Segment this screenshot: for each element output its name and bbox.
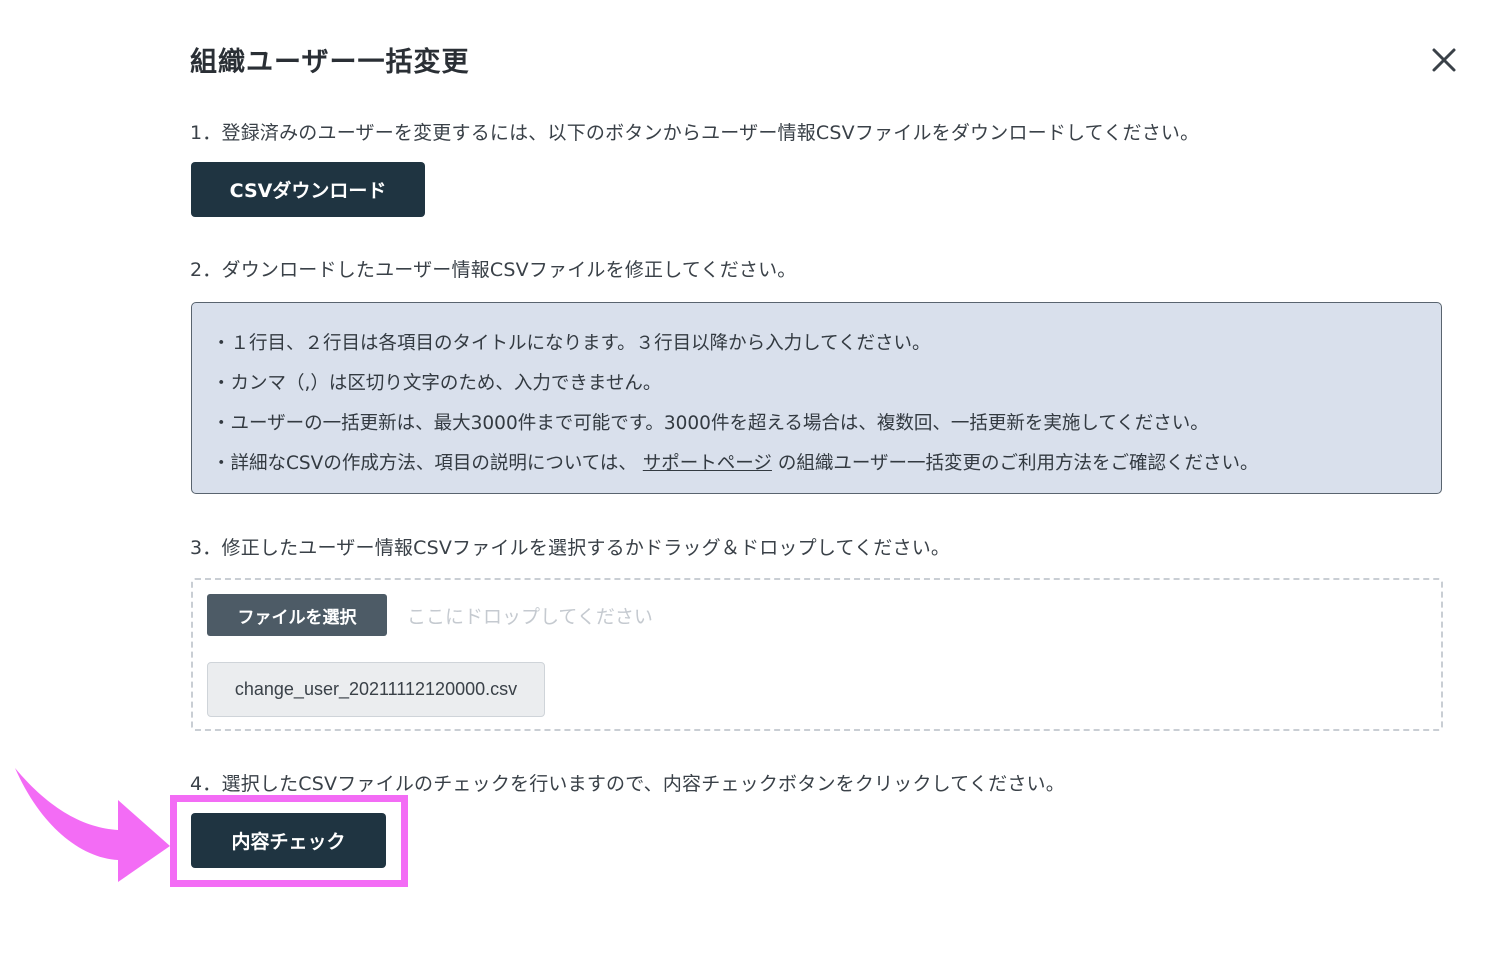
content-check-button[interactable]: 内容チェック xyxy=(191,813,386,868)
modal-title: 組織ユーザー一括変更 xyxy=(190,47,470,78)
dropzone-placeholder: ここにドロップしてください xyxy=(407,606,653,628)
notice-line-1: ・１行目、２行目は各項目のタイトルになります。３行目以降から入力してください。 xyxy=(212,333,931,354)
file-dropzone[interactable]: ファイルを選択 ここにドロップしてください change_user_202111… xyxy=(191,578,1443,731)
close-button[interactable] xyxy=(1424,40,1464,80)
notice-box: ・１行目、２行目は各項目のタイトルになります。３行目以降から入力してください。 … xyxy=(191,302,1442,494)
selected-file-chip: change_user_20211112120000.csv xyxy=(207,662,545,717)
support-page-link[interactable]: サポートページ xyxy=(643,453,772,474)
file-select-button[interactable]: ファイルを選択 xyxy=(207,594,387,636)
step-1-instruction: 1．登録済みのユーザーを変更するには、以下のボタンからユーザー情報CSVファイル… xyxy=(190,122,1200,144)
notice-line-2: ・カンマ（,）は区切り文字のため、入力できません。 xyxy=(212,373,662,394)
notice-line-4-suffix: の組織ユーザー一括変更のご利用方法をご確認ください。 xyxy=(777,453,1259,474)
bulk-change-modal: 組織ユーザー一括変更 1．登録済みのユーザーを変更するには、以下のボタンからユー… xyxy=(0,0,1500,976)
notice-line-4: ・詳細なCSVの作成方法、項目の説明については、 サポートページ の組織ユーザー… xyxy=(212,449,1258,475)
csv-download-button[interactable]: CSVダウンロード xyxy=(191,162,425,217)
step-4-instruction: 4．選択したCSVファイルのチェックを行いますので、内容チェックボタンをクリック… xyxy=(190,773,1065,795)
close-icon xyxy=(1432,48,1456,72)
notice-line-3: ・ユーザーの一括更新は、最大3000件まで可能です。3000件を超える場合は、複… xyxy=(212,413,1209,434)
notice-line-4-prefix: ・詳細なCSVの作成方法、項目の説明については、 xyxy=(212,453,637,474)
step-3-instruction: 3．修正したユーザー情報CSVファイルを選択するかドラッグ＆ドロップしてください… xyxy=(190,537,951,559)
pointer-arrow-icon xyxy=(15,768,170,882)
step-2-instruction: 2．ダウンロードしたユーザー情報CSVファイルを修正してください。 xyxy=(190,259,797,281)
